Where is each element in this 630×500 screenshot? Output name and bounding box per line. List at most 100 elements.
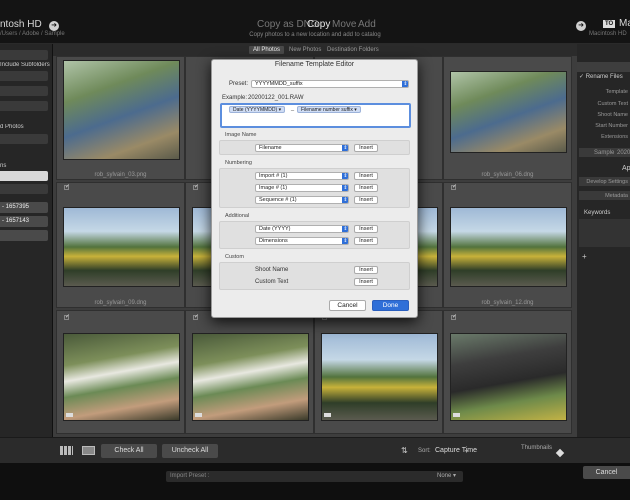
source-folder[interactable] xyxy=(0,184,48,194)
source-folder-selected[interactable] xyxy=(0,171,48,181)
insert-button[interactable]: Insert xyxy=(354,266,378,274)
insert-button[interactable]: Insert xyxy=(354,196,378,204)
section-title-additional: Additional xyxy=(225,213,250,219)
token-separator[interactable]: _ xyxy=(291,106,294,112)
check-icon: ✓ xyxy=(579,74,586,80)
dialog-cancel-button[interactable]: Cancel xyxy=(329,300,366,311)
video-icon xyxy=(195,413,202,417)
items-label: ns xyxy=(0,163,7,169)
custom-text-token: Custom Text xyxy=(255,279,289,285)
grid-cell[interactable] xyxy=(443,310,572,434)
device-item[interactable]: - 1657143 xyxy=(0,216,48,227)
insert-button[interactable]: Insert xyxy=(354,184,378,192)
preset-dropdown[interactable]: YYYYMMDD_suffix ⇕ xyxy=(251,80,409,88)
dialog-done-button[interactable]: Done xyxy=(372,300,409,311)
import-preset-dropdown[interactable] xyxy=(166,471,463,482)
grid-view-icon[interactable] xyxy=(60,446,73,455)
source-folder[interactable] xyxy=(0,86,48,96)
grid-cell[interactable] xyxy=(56,310,185,434)
section-title-numbering: Numbering xyxy=(225,160,252,166)
mode-move[interactable]: Move xyxy=(332,19,356,30)
photo-caption: rob_sylvain_12.dng xyxy=(481,300,534,306)
filter-destination-folders[interactable]: Destination Folders xyxy=(323,46,383,54)
example-value: 20200122_001.RAW xyxy=(248,95,304,101)
check-icon[interactable] xyxy=(64,313,70,320)
keywords-label: Keywords xyxy=(584,210,611,216)
source-folder[interactable] xyxy=(0,101,48,111)
add-icon[interactable]: + xyxy=(582,252,587,261)
start-number-label: Start Number xyxy=(595,123,628,129)
chevron-down-icon[interactable]: ▾ xyxy=(453,472,456,479)
import-preset-label: Import Preset : xyxy=(170,473,210,479)
arrow-right-icon: ➜ xyxy=(576,21,586,31)
grid-cell[interactable] xyxy=(185,310,314,434)
insert-button[interactable]: Insert xyxy=(354,172,378,180)
section-title-custom: Custom xyxy=(225,254,244,260)
source-folder[interactable] xyxy=(0,71,48,81)
photo-thumbnail[interactable] xyxy=(63,207,180,287)
photo-thumbnail[interactable] xyxy=(192,333,309,421)
check-icon[interactable] xyxy=(193,313,199,320)
chevron-updown-icon: ⇕ xyxy=(342,185,348,191)
mode-copy[interactable]: Copy xyxy=(307,19,330,30)
uncheck-all-button[interactable]: Uncheck All xyxy=(162,444,218,458)
insert-button[interactable]: Insert xyxy=(354,225,378,233)
date-dropdown[interactable]: Date (YYYY) ⇕ xyxy=(255,225,349,233)
apply-during-import-heading[interactable]: Ap xyxy=(622,165,630,172)
device-item[interactable]: - 1657395 xyxy=(0,202,48,213)
metadata-label: Metadata xyxy=(605,193,628,199)
import-number-dropdown[interactable]: Import # (1) ⇕ xyxy=(255,172,349,180)
loupe-view-icon[interactable] xyxy=(82,446,95,455)
photo-thumbnail[interactable] xyxy=(450,71,567,153)
token-filename-suffix[interactable]: Filename number suffix ▾ xyxy=(297,106,361,113)
sort-icon[interactable]: ⇅ xyxy=(401,446,408,455)
custom-section xyxy=(219,262,410,290)
device-item[interactable] xyxy=(0,230,48,241)
preset-label: Preset: xyxy=(229,81,249,87)
token-date[interactable]: Date (YYYYMMDD) ▾ xyxy=(229,106,286,113)
sample-value: 2020 xyxy=(617,150,630,156)
grid-cell[interactable] xyxy=(314,310,443,434)
video-icon xyxy=(66,413,73,417)
insert-button[interactable]: Insert xyxy=(354,278,378,286)
mode-add[interactable]: Add xyxy=(358,19,376,30)
photo-thumbnail[interactable] xyxy=(63,333,180,421)
rename-files-header[interactable] xyxy=(577,62,630,72)
sort-dropdown[interactable]: Capture Time xyxy=(435,447,477,454)
check-icon[interactable] xyxy=(451,313,457,320)
keywords-field[interactable] xyxy=(579,219,630,247)
dimensions-dropdown[interactable]: Dimensions ⇕ xyxy=(255,237,349,245)
filter-all-photos[interactable]: All Photos xyxy=(249,46,285,54)
filter-new-photos[interactable]: New Photos xyxy=(285,46,325,54)
chevron-updown-icon: ⇕ xyxy=(342,226,348,232)
grid-cell[interactable]: rob_sylvain_12.dng xyxy=(443,182,572,308)
photo-thumbnail[interactable] xyxy=(63,60,180,160)
photo-caption: rob_sylvain_03.png xyxy=(94,172,147,178)
grid-cell[interactable]: rob_sylvain_03.png xyxy=(56,56,185,180)
sequence-number-dropdown[interactable]: Sequence # (1) ⇕ xyxy=(255,196,349,204)
photo-thumbnail[interactable] xyxy=(450,333,567,421)
import-preset-value[interactable]: None xyxy=(437,473,451,479)
image-name-dropdown[interactable]: Filename ⇕ xyxy=(255,144,349,152)
chevron-down-icon[interactable]: ▾ xyxy=(465,448,468,455)
photo-thumbnail[interactable] xyxy=(321,333,438,421)
photo-thumbnail[interactable] xyxy=(450,207,567,287)
grid-cell[interactable]: rob_sylvain_06.dng xyxy=(443,56,572,180)
image-number-dropdown[interactable]: Image # (1) ⇕ xyxy=(255,184,349,192)
destination-name[interactable]: Ma xyxy=(619,18,630,29)
check-all-button[interactable]: Check All xyxy=(101,444,157,458)
cancel-import-button[interactable]: Cancel xyxy=(583,466,630,479)
photo-caption: rob_sylvain_06.dng xyxy=(481,172,534,178)
to-label: TO xyxy=(603,20,616,28)
insert-button[interactable]: Insert xyxy=(354,237,378,245)
grid-cell[interactable]: rob_sylvain_09.dng xyxy=(56,182,185,308)
check-icon[interactable] xyxy=(64,183,70,190)
check-icon[interactable] xyxy=(451,183,457,190)
source-folder[interactable] xyxy=(0,134,48,144)
source-dropdown[interactable] xyxy=(0,50,48,60)
rename-files-checkbox[interactable]: ✓ Rename Files xyxy=(579,73,623,80)
include-subfolders-label[interactable]: Include Subfolders xyxy=(0,62,52,68)
insert-button[interactable]: Insert xyxy=(354,144,378,152)
check-icon[interactable] xyxy=(193,183,199,190)
source-name[interactable]: ntosh HD xyxy=(0,19,42,30)
